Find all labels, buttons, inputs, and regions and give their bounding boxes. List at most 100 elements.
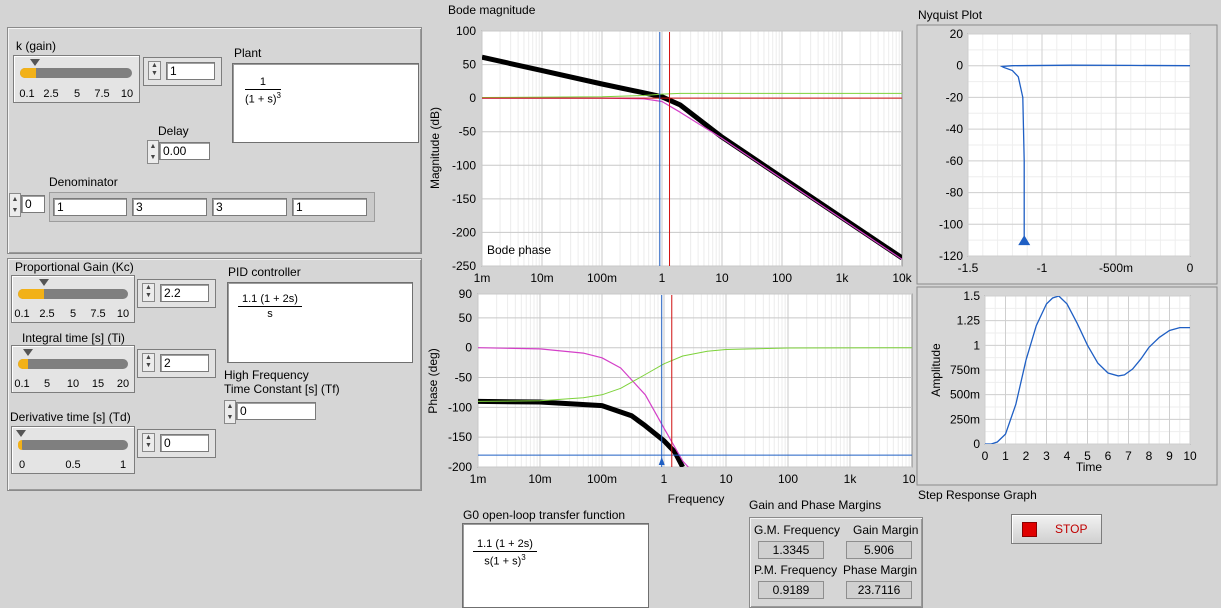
delay-spinner[interactable]: ▲ ▼ xyxy=(147,140,159,164)
slider-track xyxy=(20,68,132,78)
x-tick-label: 5 xyxy=(1084,449,1091,463)
slider-thumb[interactable] xyxy=(30,59,40,66)
den-coef-0[interactable]: 1 xyxy=(53,198,127,216)
phase-margin-label: Phase Margin xyxy=(843,563,918,577)
slider-track xyxy=(18,440,128,450)
x-tick-label: 10 xyxy=(1183,449,1197,463)
pm-frequency-value: 0.9189 xyxy=(758,581,824,599)
x-tick-label: 1m xyxy=(470,472,487,486)
y-tick-label: -80 xyxy=(946,186,964,200)
bode-magnitude-chart: Bode magnitude Magnitude (dB) 100 50 0 -50 -… xyxy=(428,3,913,285)
td-slider[interactable]: 0 0.5 1 xyxy=(11,426,135,474)
x-tick-label: 1 xyxy=(661,472,668,486)
step-title: Step Response Graph xyxy=(918,488,1037,502)
ti-label: Integral time [s] (Ti) xyxy=(22,331,125,345)
slider-thumb[interactable] xyxy=(16,430,26,437)
x-tick-label: -1.5 xyxy=(958,261,979,275)
y-tick-label: 0 xyxy=(469,91,476,105)
slider-track xyxy=(18,359,128,369)
den-coef-3[interactable]: 1 xyxy=(292,198,367,216)
y-tick-label: -150 xyxy=(448,430,472,444)
den-index-input[interactable]: 0 xyxy=(21,195,45,213)
x-tick-label: 2 xyxy=(1023,449,1030,463)
x-tick-label: 10m xyxy=(528,472,551,486)
den-coef-2[interactable]: 3 xyxy=(212,198,287,216)
kc-spinner[interactable]: ▲ ▼ xyxy=(142,283,155,302)
step-response-chart: Amplitude Time 1.51.251750m500m250m00 1 2 3… xyxy=(916,286,1218,502)
y-tick-label: 50 xyxy=(463,58,477,72)
gain-margin-value: 5.906 xyxy=(846,541,912,559)
x-tick-label: 10k xyxy=(902,472,915,486)
x-tick-label: -1 xyxy=(1037,261,1048,275)
stop-button[interactable]: STOP xyxy=(1011,514,1102,544)
plant-display: 1 (1 + s)3 xyxy=(232,63,419,143)
gm-frequency-value: 1.3345 xyxy=(758,541,824,559)
x-tick-label: 8 xyxy=(1146,449,1153,463)
y-tick-label: -100 xyxy=(448,400,472,414)
y-tick-label: 0 xyxy=(956,59,963,73)
pid-display: 1.1 (1 + 2s) s xyxy=(227,282,413,363)
y-tick-label: 20 xyxy=(950,27,964,41)
y-tick-label: 90 xyxy=(459,287,473,301)
denominator-label: Denominator xyxy=(49,175,118,189)
den-coef-1[interactable]: 3 xyxy=(132,198,207,216)
x-tick-label: -500m xyxy=(1099,261,1133,275)
k-gain-input[interactable]: 1 xyxy=(166,62,215,80)
plant-fraction: 1 (1 + s)3 xyxy=(245,76,281,106)
td-label: Derivative time [s] (Td) xyxy=(10,410,131,424)
y-tick-label: 50 xyxy=(459,311,473,325)
x-tick-label: 0 xyxy=(1187,261,1194,275)
tf-spinner[interactable]: ▲ ▼ xyxy=(224,400,236,424)
x-tick-label: 9 xyxy=(1166,449,1173,463)
g0-label: G0 open-loop transfer function xyxy=(463,508,626,522)
tf-input[interactable]: 0 xyxy=(236,402,316,420)
den-index-spinner[interactable]: ▲ ▼ xyxy=(9,193,21,217)
td-input[interactable]: 0 xyxy=(160,434,209,452)
x-tick-label: 6 xyxy=(1105,449,1112,463)
delay-input[interactable]: 0.00 xyxy=(159,142,210,160)
g0-fraction: 1.1 (1 + 2s) s(1 + s)3 xyxy=(473,538,537,568)
td-numeric: ▲ ▼ 0 xyxy=(137,429,216,458)
y-tick-label: -200 xyxy=(448,460,472,474)
y-tick-label: 0 xyxy=(973,437,980,451)
kc-input[interactable]: 2.2 xyxy=(160,284,209,302)
bode-phase-overlay-label: Bode phase xyxy=(487,243,551,257)
y-tick-label: 750m xyxy=(950,363,980,377)
y-tick-label: 500m xyxy=(950,388,980,402)
slider-track xyxy=(18,289,128,299)
y-tick-label: 100 xyxy=(456,24,476,38)
k-gain-spinner[interactable]: ▲ ▼ xyxy=(148,61,161,80)
y-tick-label: 1.25 xyxy=(957,314,981,328)
nyquist-title: Nyquist Plot xyxy=(918,8,983,22)
x-tick-label: 100 xyxy=(778,472,798,486)
k-gain-label: k (gain) xyxy=(16,39,57,53)
y-tick-label: 1.5 xyxy=(963,289,980,303)
ti-input[interactable]: 2 xyxy=(160,354,209,372)
y-tick-label: -100 xyxy=(939,217,963,231)
td-spinner[interactable]: ▲ ▼ xyxy=(142,433,155,452)
stop-icon xyxy=(1022,522,1037,537)
x-tick-label: 4 xyxy=(1064,449,1071,463)
gm-frequency-label: G.M. Frequency xyxy=(754,523,841,537)
ti-slider[interactable]: 0.1 5 10 15 20 xyxy=(11,345,135,393)
y-tick-label: 250m xyxy=(950,412,980,426)
slider-thumb[interactable] xyxy=(23,349,33,356)
y-tick-label: -40 xyxy=(946,122,964,136)
y-tick-label: 0 xyxy=(465,341,472,355)
pid-controller-label: PID controller xyxy=(228,265,301,279)
y-tick-label: -250 xyxy=(452,259,476,273)
nyquist-chart: Nyquist Plot 200-20-40-60-80-100-120-1.5… xyxy=(916,8,1218,285)
stop-label: STOP xyxy=(1055,522,1088,536)
g0-display: 1.1 (1 + 2s) s(1 + s)3 xyxy=(462,523,649,608)
slider-thumb[interactable] xyxy=(39,279,49,286)
bode-magnitude-title: Bode magnitude xyxy=(448,3,536,17)
step-ylabel: Amplitude xyxy=(929,343,943,397)
kc-slider[interactable]: 0.1 2.5 5 7.5 10 xyxy=(11,275,135,323)
k-gain-slider[interactable]: 0.1 2.5 5 7.5 10 xyxy=(13,55,140,103)
x-tick-label: 1 xyxy=(1002,449,1009,463)
pm-frequency-label: P.M. Frequency xyxy=(754,563,838,577)
x-tick-label: 1k xyxy=(844,472,858,486)
tf-label-2: Time Constant [s] (Tf) xyxy=(224,382,340,396)
kc-label: Proportional Gain (Kc) xyxy=(15,260,134,274)
ti-spinner[interactable]: ▲ ▼ xyxy=(142,353,155,372)
